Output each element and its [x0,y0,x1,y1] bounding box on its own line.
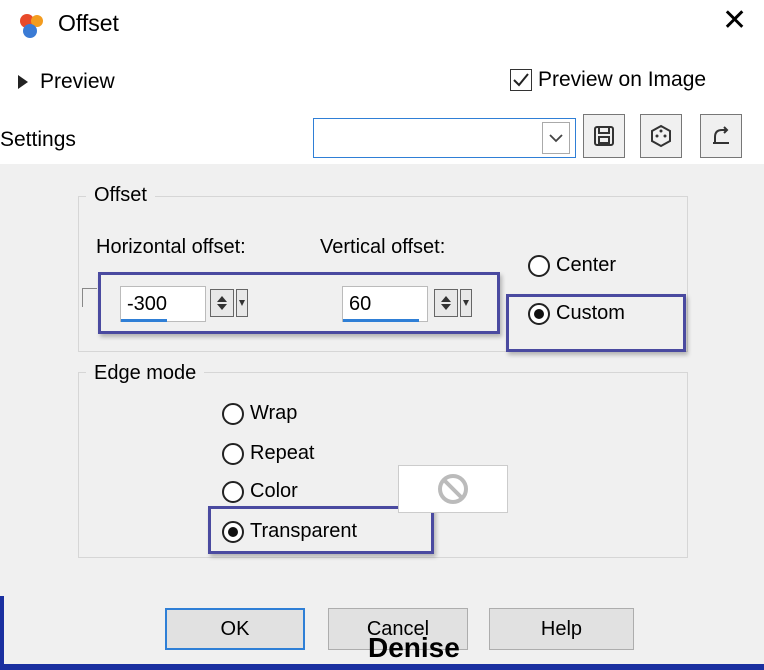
repeat-label: Repeat [250,442,315,464]
edge-wrap-row[interactable]: Wrap [222,402,297,425]
watermark: Denise [368,632,460,663]
reset-icon [713,126,729,144]
window-left-edge [0,596,4,670]
offset-group-label: Offset [86,184,155,207]
center-label: Center [556,254,617,276]
save-icon [594,126,614,146]
edge-color-swatch[interactable] [398,465,508,513]
close-icon[interactable]: ✕ [722,6,747,36]
horizontal-offset-label: Horizontal offset: [96,236,246,258]
preview-expand-icon[interactable] [18,75,28,89]
transparent-highlight [208,506,434,554]
offset-inputs-highlight [98,272,500,334]
preview-on-image-checkbox[interactable] [510,69,532,91]
preview-label: Preview [40,70,115,93]
chevron-down-icon [549,134,563,143]
edge-mode-group-label: Edge mode [86,362,205,385]
edge-color-row[interactable]: Color [222,480,298,503]
color-label: Color [250,480,298,502]
preview-toggle[interactable]: Preview [18,70,115,94]
settings-label: Settings [0,128,76,151]
vertical-offset-label: Vertical offset: [320,236,446,258]
settings-combo[interactable] [313,118,576,158]
ok-button[interactable]: OK [165,608,305,650]
random-dice-icon [651,124,671,148]
reset-button[interactable] [700,114,742,158]
preview-on-image-row[interactable]: Preview on Image [510,68,706,92]
help-button[interactable]: Help [489,608,634,650]
repeat-radio[interactable] [222,442,244,465]
settings-dropdown-button[interactable] [542,122,570,154]
save-preset-button[interactable] [583,114,625,158]
preview-on-image-label: Preview on Image [538,68,707,91]
custom-highlight [506,294,686,352]
wrap-radio[interactable] [222,402,244,425]
edge-repeat-row[interactable]: Repeat [222,442,315,465]
checkmark-icon [513,73,529,87]
center-radio[interactable] [528,254,550,277]
window-title: Offset [58,10,119,36]
no-color-icon [438,474,468,504]
window-bottom-edge [0,664,764,670]
randomize-button[interactable] [640,114,682,158]
ok-label: OK [220,617,250,640]
link-bracket [82,288,97,307]
help-label: Help [540,617,583,640]
app-icon [20,14,43,38]
wrap-label: Wrap [250,402,298,424]
center-radio-row[interactable]: Center [528,254,616,277]
color-radio[interactable] [222,480,244,503]
